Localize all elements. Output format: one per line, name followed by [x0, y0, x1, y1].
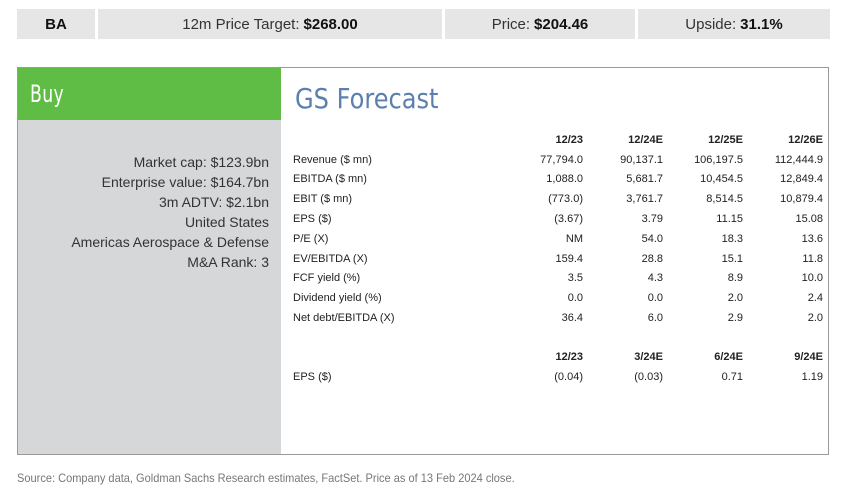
column-header: 12/23	[555, 133, 583, 146]
rating-label: Buy	[30, 80, 65, 108]
column-header: 3/24E	[634, 350, 663, 363]
column-header: 12/23	[555, 350, 583, 363]
price-target-label: 12m Price Target:	[182, 15, 300, 33]
table-cell: 0.0	[647, 292, 663, 305]
row-label: Revenue ($ mn)	[293, 153, 372, 166]
table-cell: NM	[565, 232, 583, 245]
price-target-value: $268.00	[303, 15, 358, 33]
ticker: BA	[17, 9, 95, 39]
table-header-row: 12/23 3/24E 6/24E 9/24E	[293, 347, 823, 367]
forecast-title: GS Forecast	[295, 82, 439, 115]
table-cell: (0.03)	[634, 370, 663, 383]
header-bar: BA 12m Price Target: $268.00 Price: $204…	[17, 9, 830, 39]
price-value: $204.46	[534, 15, 589, 33]
table-row: EPS ($) (0.04) (0.03) 0.71 1.19	[293, 367, 823, 387]
table-cell: 1.19	[801, 370, 823, 383]
table-cell: 90,137.1	[620, 153, 663, 166]
table-cell: (0.04)	[554, 370, 583, 383]
column-header: 6/24E	[714, 350, 743, 363]
header-spacer	[293, 347, 503, 367]
column-header: 12/25E	[708, 133, 743, 146]
price-target: 12m Price Target: $268.00	[98, 9, 442, 39]
current-price: Price: $204.46	[445, 9, 635, 39]
row-label: Net debt/EBITDA (X)	[293, 312, 395, 325]
table-row: Dividend yield (%) 0.0 0.0 2.0 2.4	[293, 288, 823, 308]
table-cell: 2.0	[807, 312, 823, 325]
table-cell: 10,454.5	[700, 173, 743, 186]
table-cell: 10.0	[801, 272, 823, 285]
table-cell: 8.9	[727, 272, 743, 285]
enterprise-value: Enterprise value: $164.7bn	[101, 174, 269, 190]
table-row: EBITDA ($ mn) 1,088.0 5,681.7 10,454.5 12,84…	[293, 170, 823, 190]
table-cell: 2.4	[807, 292, 823, 305]
forecast-section: GS Forecast 12/23 12/24E 12/25E 12/26E R…	[281, 68, 828, 454]
ma-rank: M&A Rank: 3	[187, 254, 269, 270]
row-label: P/E (X)	[293, 232, 329, 245]
table-cell: 3.79	[641, 213, 663, 226]
table-row: EPS ($) (3.67) 3.79 11.15 15.08	[293, 209, 823, 229]
quarterly-forecast-table: 12/23 3/24E 6/24E 9/24E EPS ($) (0.04) (0.…	[293, 347, 823, 387]
summary-panel: Buy Market cap: $123.9bn Enterprise valu…	[17, 67, 829, 455]
table-row: Revenue ($ mn) 77,794.0 90,137.1 106,197.5 1…	[293, 150, 823, 170]
table-row: P/E (X) NM 54.0 18.3 13.6	[293, 229, 823, 249]
upside-label: Upside:	[685, 15, 737, 33]
table-cell: 2.0	[727, 292, 743, 305]
table-cell: 12,849.4	[780, 173, 823, 186]
table-row: EBIT ($ mn) (773.0) 3,761.7 8,514.5 10,879.4	[293, 189, 823, 209]
column-header: 12/24E	[628, 133, 663, 146]
row-label: EV/EBITDA (X)	[293, 252, 368, 265]
table-cell: 8,514.5	[706, 193, 743, 206]
adtv: 3m ADTV: $2.1bn	[159, 194, 269, 210]
table-cell: 4.3	[647, 272, 663, 285]
market-cap: Market cap: $123.9bn	[133, 154, 269, 170]
table-row: FCF yield (%) 3.5 4.3 8.9 10.0	[293, 269, 823, 289]
table-cell: 11.8	[802, 252, 823, 265]
table-cell: 54.0	[641, 232, 663, 245]
table-cell: 11.15	[716, 213, 743, 226]
table-cell: 36.4	[561, 312, 583, 325]
table-cell: (3.67)	[554, 213, 583, 226]
table-cell: 1,088.0	[546, 173, 583, 186]
table-row: Net debt/EBITDA (X) 36.4 6.0 2.9 2.0	[293, 308, 823, 328]
row-label: EPS ($)	[293, 213, 332, 226]
table-cell: 13.6	[801, 232, 823, 245]
table-cell: 6.0	[647, 312, 663, 325]
table-cell: 5,681.7	[626, 173, 663, 186]
table-cell: 77,794.0	[540, 153, 583, 166]
table-cell: (773.0)	[548, 193, 583, 206]
row-label: EBIT ($ mn)	[293, 193, 353, 206]
table-cell: 2.9	[727, 312, 743, 325]
row-label: EBITDA ($ mn)	[293, 173, 367, 186]
table-cell: 159.4	[555, 252, 583, 265]
table-cell: 106,197.5	[694, 153, 743, 166]
country: United States	[184, 214, 269, 230]
table-row: EV/EBITDA (X) 159.4 28.8 15.1 11.8	[293, 249, 823, 269]
table-cell: 28.8	[641, 252, 663, 265]
table-cell: 15.1	[721, 252, 743, 265]
row-label: Dividend yield (%)	[293, 292, 382, 305]
row-label: FCF yield (%)	[293, 272, 361, 285]
table-cell: 10,879.4	[780, 193, 823, 206]
source-note: Source: Company data, Goldman Sachs Rese…	[17, 471, 515, 485]
row-label: EPS ($)	[293, 370, 332, 383]
table-cell: 0.71	[721, 370, 743, 383]
company-info: Market cap: $123.9bn Enterprise value: $…	[71, 152, 269, 272]
header-spacer	[293, 130, 503, 150]
table-cell: 0.0	[567, 292, 583, 305]
table-header-row: 12/23 12/24E 12/25E 12/26E	[293, 130, 823, 150]
table-cell: 15.08	[795, 213, 823, 226]
table-cell: 3.5	[567, 272, 583, 285]
column-header: 9/24E	[794, 350, 823, 363]
upside: Upside: 31.1%	[638, 9, 830, 39]
company-sidebar: Buy Market cap: $123.9bn Enterprise valu…	[18, 68, 281, 454]
column-header: 12/26E	[788, 133, 823, 146]
table-cell: 112,444.9	[774, 153, 823, 166]
table-cell: 18.3	[721, 232, 743, 245]
table-cell: 3,761.7	[626, 193, 663, 206]
upside-value: 31.1%	[740, 15, 783, 33]
annual-forecast-table: 12/23 12/24E 12/25E 12/26E Revenue ($ mn…	[293, 130, 823, 328]
rating-badge: Buy	[18, 68, 281, 120]
sector: Americas Aerospace & Defense	[71, 234, 269, 250]
price-label: Price:	[491, 15, 531, 33]
